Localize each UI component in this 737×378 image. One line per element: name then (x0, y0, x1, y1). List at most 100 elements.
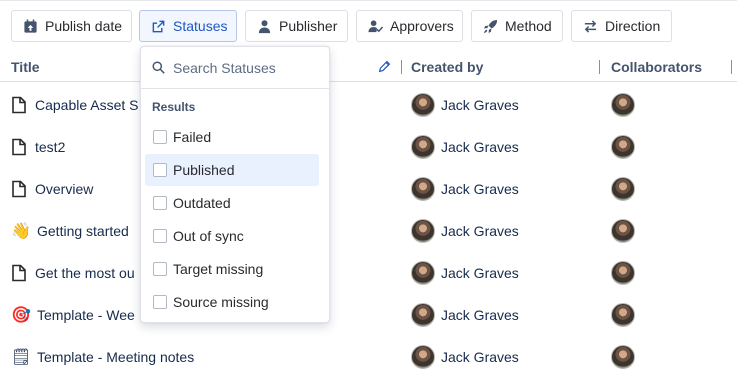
creator-name: Jack Graves (441, 349, 519, 365)
publish-date-filter-button[interactable]: Publish date (11, 10, 132, 42)
creator-cell: Jack Graves (411, 210, 519, 252)
filter-label: Method (505, 18, 552, 34)
approvers-filter-button[interactable]: Approvers (356, 10, 463, 42)
table-row[interactable]: test2 Jack Graves (0, 126, 737, 168)
creator-cell: Jack Graves (411, 126, 519, 168)
checkbox[interactable] (153, 295, 167, 309)
avatar[interactable] (411, 345, 435, 369)
notepad-emoji-icon: 🗒 (11, 349, 32, 366)
collaborator-avatar[interactable] (611, 219, 635, 243)
status-option-label: Out of sync (173, 228, 244, 244)
title-column-header[interactable]: Title (11, 59, 40, 75)
status-search (141, 47, 329, 89)
status-option-label: Target missing (173, 261, 264, 277)
checkbox[interactable] (153, 229, 167, 243)
title-cell[interactable]: Capable Asset S (11, 84, 139, 126)
status-option-out-of-sync[interactable]: Out of sync (145, 220, 319, 252)
page-title[interactable]: Getting started (37, 223, 129, 239)
checkbox[interactable] (153, 262, 167, 276)
method-filter-button[interactable]: Method (471, 10, 563, 42)
page-icon (12, 138, 26, 156)
avatar[interactable] (411, 177, 435, 201)
collaborator-avatar[interactable] (611, 303, 635, 327)
avatar[interactable] (411, 261, 435, 285)
collaborators-column-header[interactable]: Collaborators (611, 59, 702, 75)
creator-name: Jack Graves (441, 265, 519, 281)
status-option-label: Outdated (173, 195, 231, 211)
title-cell[interactable]: 👋 Getting started (11, 210, 129, 252)
status-option-label: Source missing (173, 294, 269, 310)
search-statuses-input[interactable] (173, 59, 323, 76)
swap-arrows-icon (584, 19, 597, 33)
checkbox[interactable] (153, 130, 167, 144)
table-row[interactable]: Get the most ou Jack Graves (0, 252, 737, 294)
title-cell[interactable]: test2 (11, 126, 65, 168)
status-option-published[interactable]: Published (145, 154, 319, 186)
filter-label: Approvers (390, 18, 454, 34)
statuses-dropdown: Results Failed Published Outdated Out of… (140, 46, 330, 323)
table-row[interactable]: Capable Asset S Jack Graves (0, 84, 737, 126)
filter-label: Publisher (279, 18, 338, 34)
page-title[interactable]: Get the most ou (35, 265, 135, 281)
creator-cell: Jack Graves (411, 84, 519, 126)
direction-filter-button[interactable]: Direction (571, 10, 672, 42)
table-row[interactable]: 👋 Getting started Jack Graves (0, 210, 737, 252)
checkbox[interactable] (153, 163, 167, 177)
collaborator-avatar[interactable] (611, 177, 635, 201)
column-separator[interactable] (401, 60, 402, 74)
creator-cell: Jack Graves (411, 168, 519, 210)
page-icon (12, 264, 26, 282)
status-option-target-missing[interactable]: Target missing (145, 253, 319, 285)
title-cell[interactable]: 🗒 Template - Meeting notes (11, 336, 194, 378)
status-option-source-missing[interactable]: Source missing (145, 286, 319, 318)
avatar[interactable] (411, 303, 435, 327)
page-title[interactable]: Capable Asset S (35, 97, 139, 113)
creator-cell: Jack Graves (411, 294, 519, 336)
page-title[interactable]: Template - Wee (37, 307, 135, 323)
publisher-filter-button[interactable]: Publisher (245, 10, 348, 42)
creator-name: Jack Graves (441, 139, 519, 155)
person-icon (258, 19, 271, 33)
title-cell[interactable]: 🎯 Template - Wee (11, 294, 135, 336)
avatar[interactable] (411, 93, 435, 117)
column-separator[interactable] (731, 60, 732, 74)
page-icon (12, 180, 26, 198)
table-row[interactable]: Overview Jack Graves (0, 168, 737, 210)
checkbox[interactable] (153, 196, 167, 210)
calendar-upload-icon (24, 18, 37, 33)
avatar[interactable] (411, 135, 435, 159)
top-divider (0, 0, 737, 1)
results-label: Results (152, 100, 196, 114)
filter-label: Statuses (173, 18, 228, 34)
status-option-failed[interactable]: Failed (145, 121, 319, 153)
page-title[interactable]: Template - Meeting notes (37, 349, 194, 365)
status-option-outdated[interactable]: Outdated (145, 187, 319, 219)
status-option-label: Published (173, 162, 235, 178)
title-cell[interactable]: Get the most ou (11, 252, 135, 294)
rocket-icon (483, 19, 498, 33)
filter-label: Publish date (45, 18, 123, 34)
table-header: Title Created by Collaborators (0, 52, 737, 82)
statuses-filter-button[interactable]: Statuses (139, 10, 237, 42)
page-icon (12, 96, 26, 114)
target-emoji-icon: 🎯 (11, 307, 31, 324)
collaborator-avatar[interactable] (611, 135, 635, 159)
collaborator-avatar[interactable] (611, 345, 635, 369)
creator-name: Jack Graves (441, 223, 519, 239)
table-row[interactable]: 🗒 Template - Meeting notes Jack Graves (0, 336, 737, 378)
creator-name: Jack Graves (441, 97, 519, 113)
title-cell[interactable]: Overview (11, 168, 93, 210)
creator-cell: Jack Graves (411, 252, 519, 294)
creator-name: Jack Graves (441, 307, 519, 323)
pencil-icon[interactable] (378, 60, 391, 73)
search-icon (152, 61, 165, 74)
page-title[interactable]: test2 (35, 139, 65, 155)
table-row[interactable]: 🎯 Template - Wee Jack Graves (0, 294, 737, 336)
collaborator-avatar[interactable] (611, 261, 635, 285)
page-title[interactable]: Overview (35, 181, 93, 197)
wave-emoji-icon: 👋 (11, 223, 31, 240)
column-separator[interactable] (599, 60, 600, 74)
avatar[interactable] (411, 219, 435, 243)
created-by-column-header[interactable]: Created by (411, 59, 483, 75)
collaborator-avatar[interactable] (611, 93, 635, 117)
